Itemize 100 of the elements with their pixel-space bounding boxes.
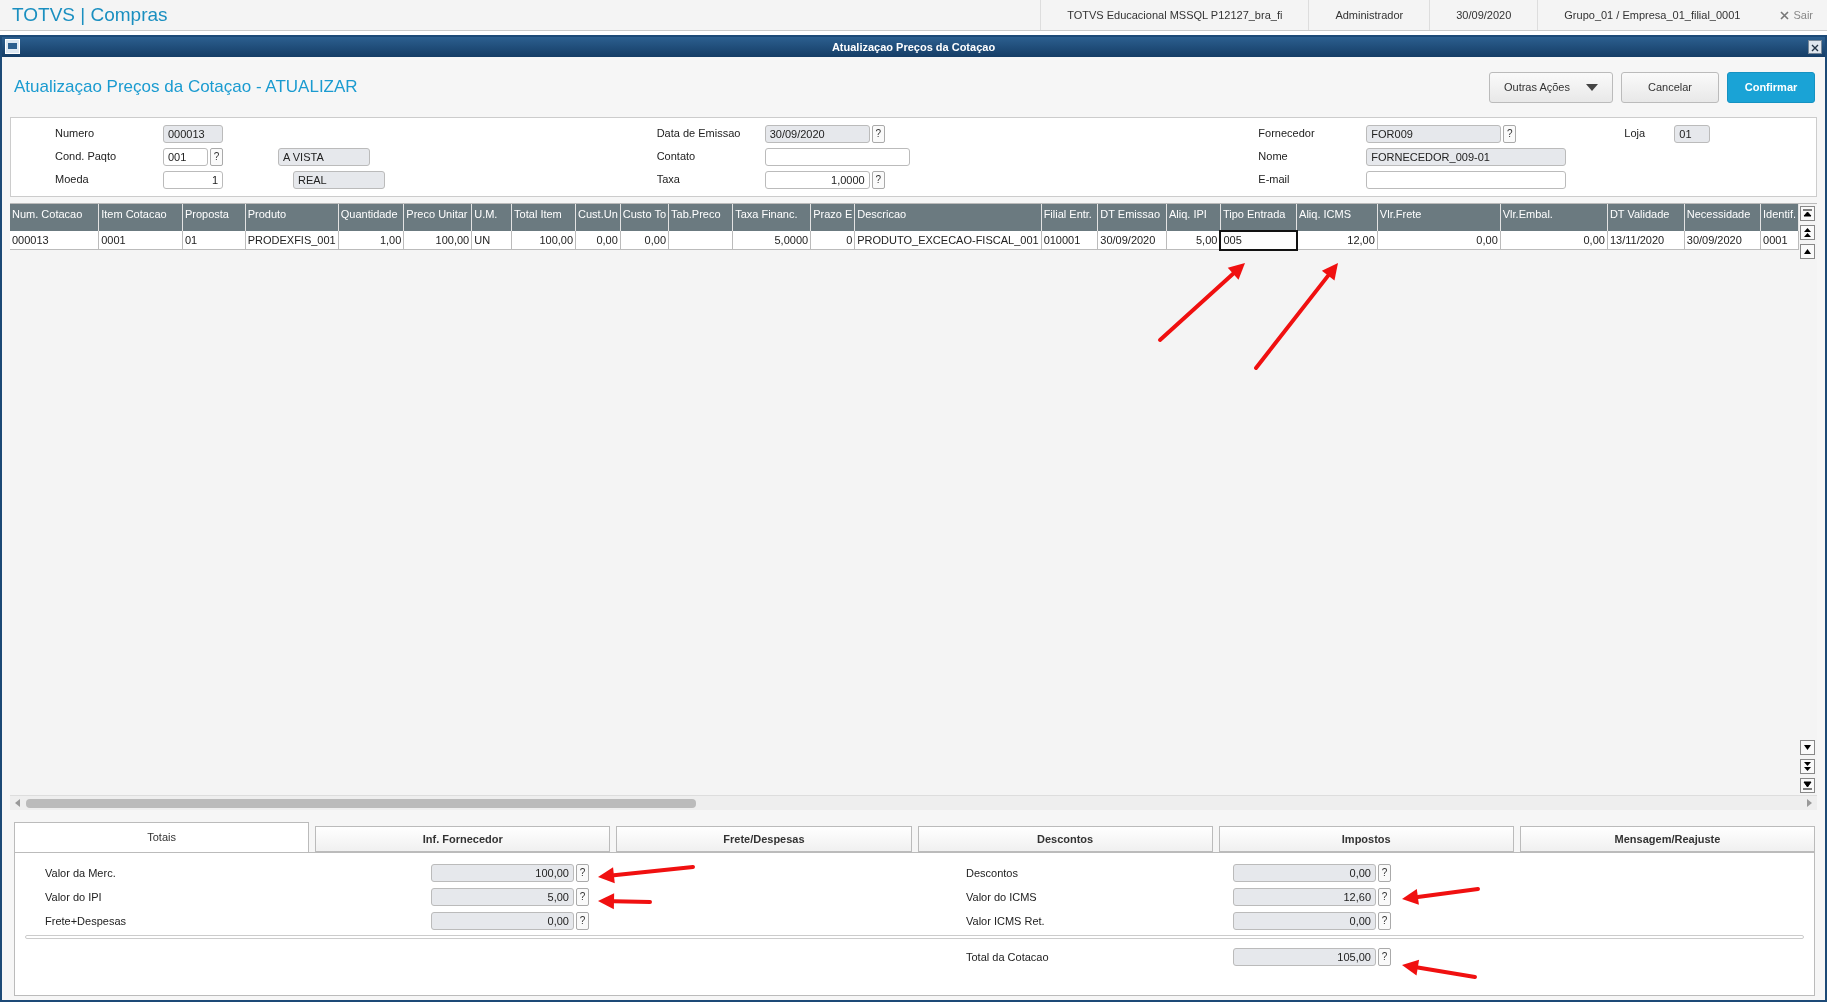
lookup-button[interactable]: ? <box>210 147 223 166</box>
field-label: Loja <box>1624 126 1647 142</box>
column-header[interactable]: U.M. <box>471 204 512 231</box>
input-field: 0,00 <box>1233 864 1376 882</box>
close-button[interactable] <box>1808 40 1822 54</box>
table-cell: 13/11/2020 <box>1607 231 1685 250</box>
table-cell: 010001 <box>1041 231 1098 250</box>
column-header[interactable]: Produto <box>245 204 339 231</box>
column-header[interactable]: Quantidade <box>338 204 404 231</box>
table-cell: 000013 <box>10 231 99 250</box>
field-label: Cond. Paqto <box>54 149 118 165</box>
column-header[interactable]: Necessidade <box>1684 204 1761 231</box>
lookup-button[interactable]: ? <box>1378 864 1391 882</box>
input-field: 000013 <box>163 124 223 143</box>
tab[interactable]: Frete/Despesas <box>616 826 912 852</box>
column-header[interactable]: Tab.Preco <box>668 204 733 231</box>
actions-menu-button[interactable]: Outras Ações <box>1488 71 1613 103</box>
column-header[interactable]: Prazo E <box>810 204 855 231</box>
horizontal-scrollbar[interactable] <box>10 795 1817 810</box>
input-field[interactable]: 1,0000 <box>764 170 870 189</box>
lookup-button[interactable]: ? <box>871 170 885 189</box>
input-field[interactable]: 1 <box>163 170 223 189</box>
table-cell: 12,00 <box>1296 231 1378 250</box>
table-cell: 30/09/2020 <box>1097 231 1167 250</box>
scroll-up-button[interactable] <box>1800 244 1816 259</box>
column-header[interactable]: Descricao <box>854 204 1042 231</box>
table-cell: 0001 <box>98 231 183 250</box>
scroll-page-down-button[interactable] <box>1800 759 1816 774</box>
table-cell: 0,00 <box>1500 231 1608 250</box>
lookup-button[interactable]: ? <box>1503 124 1517 143</box>
field-label: Valor do ICMS <box>966 889 1038 905</box>
lookup-button[interactable]: ? <box>1378 948 1391 966</box>
scroll-bottom-button[interactable] <box>1800 778 1816 793</box>
table-cell: PRODEXFIS_001 <box>245 231 339 250</box>
input-field[interactable]: 001 <box>163 147 208 166</box>
page-title: Atualizaçao Preços da Cotaçao - ATUALIZAR <box>14 76 359 99</box>
table-cell: 1,00 <box>338 231 404 250</box>
column-header[interactable]: DT Validade <box>1607 204 1685 231</box>
column-header[interactable]: Total Item <box>511 204 576 231</box>
column-header[interactable]: Tipo Entrada <box>1220 204 1297 231</box>
lookup-button[interactable]: ? <box>576 888 589 906</box>
input-field: 30/09/2020 <box>764 124 870 143</box>
scroll-bottom-icon <box>1803 781 1813 790</box>
column-header[interactable]: Cust.Un <box>575 204 621 231</box>
scroll-down-button[interactable] <box>1800 740 1816 755</box>
tab[interactable]: Impostos <box>1218 826 1514 852</box>
input-field[interactable] <box>1366 170 1567 189</box>
table-cell: 0,00 <box>1377 231 1501 250</box>
input-field: FOR009 <box>1366 124 1502 143</box>
column-header[interactable]: Custo To <box>620 204 669 231</box>
lookup-button[interactable]: ? <box>576 912 589 930</box>
column-header[interactable]: DT Emissao <box>1097 204 1167 231</box>
column-header[interactable]: Preco Unitar <box>403 204 472 231</box>
column-header[interactable]: Filial Entr. <box>1041 204 1098 231</box>
column-header[interactable]: Item Cotacao <box>98 204 183 231</box>
field-label: Data de Emissao <box>655 126 742 142</box>
lookup-button[interactable]: ? <box>1378 888 1391 906</box>
column-header[interactable]: Proposta <box>182 204 246 231</box>
annotation-arrow <box>598 893 652 910</box>
field-label: Frete+Despesas <box>44 913 127 929</box>
column-header[interactable]: Aliq. IPI <box>1166 204 1221 231</box>
exit-button[interactable]: Sair <box>1766 6 1827 24</box>
column-header[interactable]: Vlr.Embal. <box>1500 204 1608 231</box>
status-text: Grupo_01 / Empresa_01_filial_0001 <box>1537 0 1767 30</box>
input-field: 5,00 <box>431 888 574 906</box>
scroll-page-up-button[interactable] <box>1800 225 1816 240</box>
table-cell: 30/09/2020 <box>1684 231 1761 250</box>
field-label: Descontos <box>966 865 1019 881</box>
table-cell[interactable]: 005 <box>1220 231 1297 250</box>
column-header[interactable]: Taxa Financ. <box>732 204 811 231</box>
input-field[interactable] <box>764 147 910 166</box>
confirm-button[interactable]: Confirmar <box>1727 71 1815 103</box>
table-cell: 0 <box>810 231 855 250</box>
window-title: Atualizaçao Preços da Cotaçao <box>831 41 996 53</box>
field-label: Taxa <box>655 172 681 188</box>
field-label: Nome <box>1257 149 1289 165</box>
input-field: 0,00 <box>431 912 574 930</box>
lookup-button[interactable]: ? <box>576 864 589 882</box>
column-header[interactable]: Aliq. ICMS <box>1296 204 1378 231</box>
column-header[interactable]: Vlr.Frete <box>1377 204 1501 231</box>
table-cell: 01 <box>182 231 246 250</box>
tab[interactable]: Mensagem/Reajuste <box>1519 826 1816 852</box>
column-header[interactable]: Identif. <box>1760 204 1799 231</box>
scroll-top-icon <box>1803 209 1813 218</box>
input-field: 100,00 <box>431 864 574 882</box>
field-label: Moeda <box>54 172 90 188</box>
app-title: TOTVS | Compras <box>11 3 169 27</box>
cancel-button[interactable]: Cancelar <box>1621 71 1719 103</box>
lookup-button[interactable]: ? <box>1378 912 1391 930</box>
table-cell: 5,0000 <box>732 231 811 250</box>
column-header[interactable]: Num. Cotacao <box>10 204 99 231</box>
lookup-button[interactable]: ? <box>871 124 885 143</box>
field-label: Contato <box>655 149 697 165</box>
tab[interactable]: Inf. Fornecedor <box>315 826 611 852</box>
scroll-top-button[interactable] <box>1800 206 1816 221</box>
window-icon <box>5 39 20 54</box>
tab[interactable]: Descontos <box>917 826 1213 852</box>
table-cell: PRODUTO_EXCECAO-FISCAL_001 <box>854 231 1042 250</box>
tab[interactable]: Totais <box>14 822 310 852</box>
input-field: 12,60 <box>1233 888 1376 906</box>
